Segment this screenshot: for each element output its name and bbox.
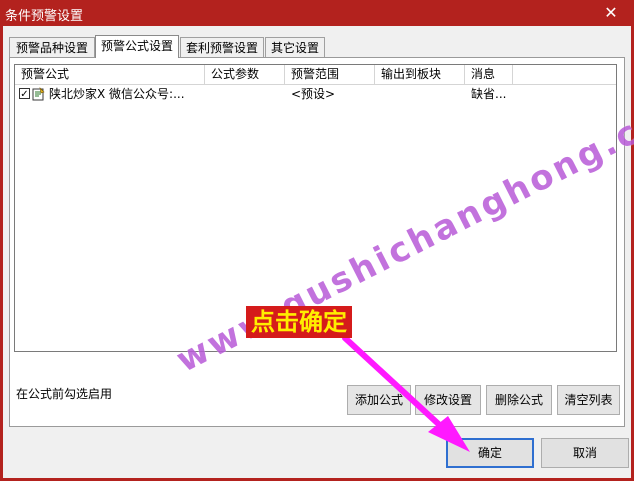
- tab-formula-settings[interactable]: 预警公式设置: [95, 35, 179, 58]
- click-ok-annotation: 点击确定: [246, 306, 352, 338]
- pointer-arrow-icon: [342, 335, 470, 452]
